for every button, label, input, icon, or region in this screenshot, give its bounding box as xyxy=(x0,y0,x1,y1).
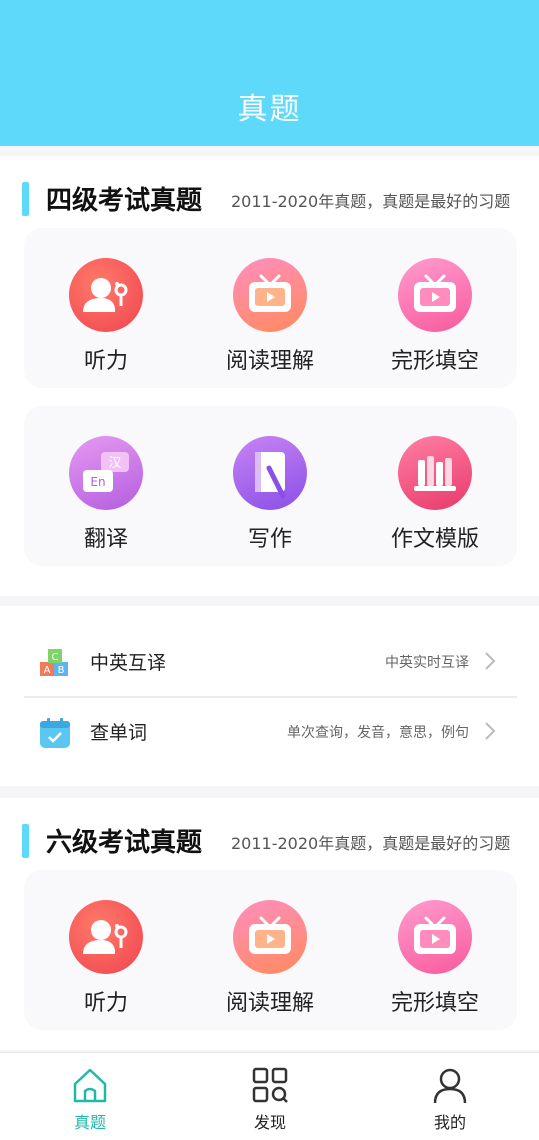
cet4-section-subtitle: 2011-2020年真题，真题是最好的习题 xyxy=(231,192,511,211)
translate-bubble-icon: 汉 En xyxy=(69,436,143,510)
row-title: 查单词 xyxy=(90,722,148,744)
cet6-card-row-1: 听力 阅读理解 完形填空 xyxy=(24,870,517,1030)
cet4-card-row-2: 汉 En 翻译 写作 作文模版 xyxy=(24,406,517,566)
tab-label: 发现 xyxy=(253,1113,286,1132)
notebook-pen-icon xyxy=(233,436,307,510)
bookshelf-icon xyxy=(398,436,472,510)
cet6-section: 六级考试真题 2011-2020年真题，真题是最好的习题 听力 阅读理解 完形填… xyxy=(0,798,539,1050)
tv-reading-icon xyxy=(233,900,307,974)
row-description: 单次查询，发音，意思，例句 xyxy=(287,725,469,741)
cet4-template-button[interactable]: 作文模版 xyxy=(353,406,517,566)
tab-label: 我的 xyxy=(433,1113,466,1132)
cet6-cloze-button[interactable]: 完形填空 xyxy=(353,870,517,1030)
svg-text:A: A xyxy=(44,665,51,676)
word-lookup-row[interactable]: 查单词 单次查询，发音，意思，例句 xyxy=(24,698,517,766)
section-accent-bar xyxy=(22,824,29,858)
tab-label: 真题 xyxy=(73,1113,106,1132)
tv-cloze-icon xyxy=(398,900,472,974)
tile-label: 听力 xyxy=(83,349,128,374)
cet4-writing-button[interactable]: 写作 xyxy=(188,406,352,566)
page-title: 真题 xyxy=(237,92,302,127)
cet4-section: 四级考试真题 2011-2020年真题，真题是最好的习题 听力 阅读理解 完形填… xyxy=(0,156,539,596)
cet6-reading-button[interactable]: 阅读理解 xyxy=(188,870,352,1030)
listening-icon xyxy=(69,900,143,974)
tile-label: 听力 xyxy=(83,991,128,1016)
zh-en-translate-row[interactable]: ABC 中英互译 中英实时互译 xyxy=(24,628,517,696)
row-description: 中英实时互译 xyxy=(385,655,469,671)
user-icon xyxy=(433,1068,467,1104)
cet4-section-header: 四级考试真题 2011-2020年真题，真题是最好的习题 xyxy=(22,180,539,218)
tab-mine[interactable]: 我的 xyxy=(360,1053,539,1140)
cet4-reading-button[interactable]: 阅读理解 xyxy=(188,228,352,388)
svg-text:En: En xyxy=(90,475,105,489)
tile-label: 翻译 xyxy=(83,527,128,552)
tile-label: 作文模版 xyxy=(390,527,479,552)
cet4-section-title: 四级考试真题 xyxy=(46,186,203,216)
cet4-cloze-button[interactable]: 完形填空 xyxy=(353,228,517,388)
abc-blocks-icon: ABC xyxy=(38,646,72,680)
section-accent-bar xyxy=(22,182,29,216)
tile-label: 阅读理解 xyxy=(225,349,314,374)
cet6-section-subtitle: 2011-2020年真题，真题是最好的习题 xyxy=(231,834,511,853)
svg-text:汉: 汉 xyxy=(108,456,121,471)
tv-cloze-icon xyxy=(398,258,472,332)
tab-discover[interactable]: 发现 xyxy=(180,1053,360,1140)
cet4-listening-button[interactable]: 听力 xyxy=(24,228,188,388)
cet4-card-row-1: 听力 阅读理解 完形填空 xyxy=(24,228,517,388)
home-icon xyxy=(73,1068,107,1103)
tab-zhenti[interactable]: 真题 xyxy=(0,1053,180,1140)
chevron-right-icon xyxy=(483,650,497,672)
chevron-right-icon xyxy=(483,720,497,742)
cet4-translate-button[interactable]: 汉 En 翻译 xyxy=(24,406,188,566)
tv-reading-icon xyxy=(233,258,307,332)
bottom-tab-bar: 真题 发现 我的 xyxy=(0,1052,539,1140)
svg-text:C: C xyxy=(52,652,59,663)
listening-icon xyxy=(69,258,143,332)
app-header: 真题 xyxy=(0,0,539,146)
tile-label: 阅读理解 xyxy=(225,991,314,1016)
cet6-section-header: 六级考试真题 2011-2020年真题，真题是最好的习题 xyxy=(22,822,539,860)
tile-label: 完形填空 xyxy=(390,991,479,1016)
cet6-section-title: 六级考试真题 xyxy=(46,828,203,858)
svg-text:B: B xyxy=(58,665,65,676)
row-title: 中英互译 xyxy=(90,652,167,674)
calendar-check-icon xyxy=(38,716,72,750)
cet6-listening-button[interactable]: 听力 xyxy=(24,870,188,1030)
grid-search-icon xyxy=(252,1067,288,1103)
tools-section: ABC 中英互译 中英实时互译 查单词 单次查询，发音，意思，例句 xyxy=(0,606,539,786)
tile-label: 写作 xyxy=(247,527,292,552)
tile-label: 完形填空 xyxy=(390,349,479,374)
